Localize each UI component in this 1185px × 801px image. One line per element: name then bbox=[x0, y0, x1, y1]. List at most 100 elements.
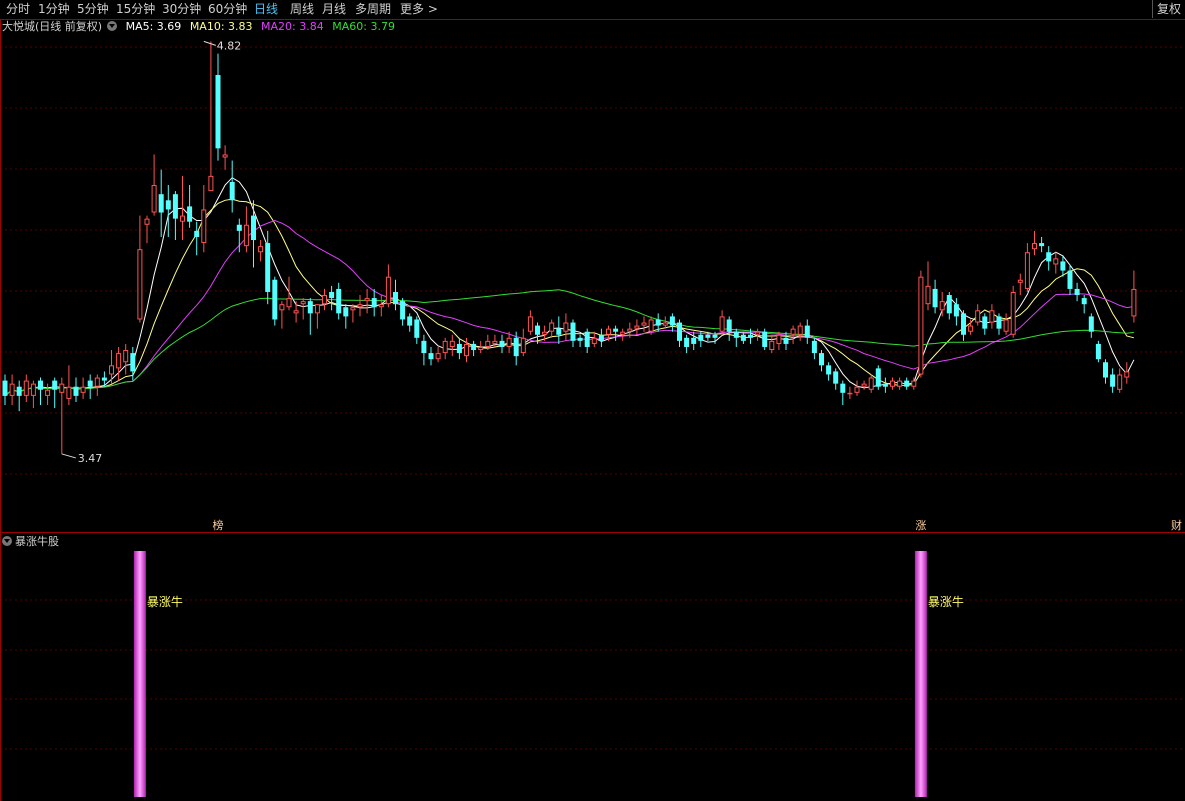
candle bbox=[187, 185, 193, 228]
candle bbox=[549, 319, 555, 338]
candle bbox=[584, 328, 590, 354]
candle bbox=[1046, 246, 1052, 271]
candle bbox=[733, 328, 739, 347]
candle-body bbox=[513, 337, 519, 357]
candle-body bbox=[130, 353, 136, 372]
ma60-line bbox=[4, 289, 1134, 397]
candle-body bbox=[87, 380, 93, 387]
candle-body bbox=[492, 340, 498, 344]
candle bbox=[641, 316, 647, 332]
candle-body bbox=[712, 334, 718, 338]
candle-body bbox=[918, 276, 924, 375]
candle-body bbox=[414, 319, 420, 338]
candle-body bbox=[606, 328, 611, 335]
candles bbox=[2, 41, 1137, 454]
candle-body bbox=[165, 200, 171, 210]
candle-body bbox=[946, 295, 952, 314]
indicator-dropdown-icon[interactable] bbox=[2, 536, 12, 546]
candle-body bbox=[449, 340, 455, 347]
kline-chart[interactable]: 4.82 3.47 榜 涨 财 暴涨牛 暴涨牛 bbox=[0, 0, 1185, 801]
candle bbox=[769, 334, 775, 354]
candle bbox=[961, 310, 966, 341]
event-marker: 涨 bbox=[915, 519, 926, 532]
candle-body bbox=[705, 334, 711, 338]
candle bbox=[989, 304, 995, 329]
candle-body bbox=[435, 353, 441, 360]
candle bbox=[300, 298, 306, 320]
candle-body bbox=[932, 288, 938, 308]
candle-body bbox=[684, 337, 690, 347]
candle-body bbox=[45, 389, 51, 396]
candle bbox=[229, 160, 235, 213]
candle bbox=[1095, 340, 1101, 363]
candle-body bbox=[797, 325, 803, 335]
candle-body bbox=[364, 298, 370, 302]
candle-body bbox=[456, 343, 462, 354]
candle bbox=[1131, 270, 1137, 323]
candle bbox=[563, 313, 569, 341]
candle bbox=[59, 377, 65, 454]
candle bbox=[38, 377, 43, 406]
candle-body bbox=[265, 243, 271, 292]
candle-body bbox=[975, 310, 981, 323]
candle-body bbox=[38, 380, 43, 390]
candle-body bbox=[882, 383, 888, 387]
candle-body bbox=[9, 383, 15, 396]
candle bbox=[471, 340, 477, 357]
candle-body bbox=[1067, 270, 1073, 289]
candle-body bbox=[378, 304, 384, 308]
candle bbox=[208, 41, 214, 192]
candle bbox=[258, 240, 264, 262]
candle-body bbox=[726, 319, 732, 332]
candle bbox=[669, 313, 675, 332]
candle bbox=[698, 331, 704, 347]
candle-body bbox=[442, 340, 448, 354]
candle bbox=[740, 331, 746, 344]
candle-body bbox=[804, 325, 810, 338]
indicator-title: 暴涨牛股 bbox=[2, 535, 59, 549]
min-price-label: 3.47 bbox=[78, 452, 103, 465]
candle bbox=[875, 365, 881, 390]
candle-body bbox=[677, 322, 682, 341]
candle-body bbox=[350, 307, 356, 311]
candle bbox=[556, 316, 562, 344]
signal-bar bbox=[133, 551, 146, 797]
candle bbox=[158, 169, 164, 237]
candle-body bbox=[307, 301, 313, 314]
candle bbox=[1081, 295, 1087, 314]
candle-body bbox=[272, 279, 278, 320]
candle-body bbox=[201, 209, 207, 244]
candle-body bbox=[1103, 362, 1108, 378]
candle-body bbox=[23, 380, 29, 396]
candle-body bbox=[1088, 316, 1094, 332]
candle-body bbox=[66, 386, 72, 399]
candle-body bbox=[279, 304, 285, 311]
candle-body bbox=[1074, 288, 1080, 296]
candle bbox=[279, 301, 285, 329]
grid bbox=[0, 19, 1185, 801]
candle bbox=[2, 374, 8, 406]
candle bbox=[946, 291, 952, 320]
candle-body bbox=[314, 304, 320, 314]
candle-body bbox=[1032, 243, 1037, 250]
candle-body bbox=[897, 380, 903, 387]
candle bbox=[1124, 362, 1130, 384]
candle-body bbox=[300, 301, 306, 305]
candle-body bbox=[1060, 261, 1066, 271]
candle-body bbox=[343, 307, 349, 317]
candle-body bbox=[101, 377, 107, 381]
candle bbox=[1010, 285, 1016, 338]
candle bbox=[790, 325, 796, 344]
candle bbox=[996, 313, 1002, 335]
candle-body bbox=[16, 386, 22, 396]
candle bbox=[456, 337, 462, 360]
candle-body bbox=[691, 337, 697, 344]
candle bbox=[414, 316, 420, 344]
candle bbox=[421, 334, 427, 366]
candle-body bbox=[1110, 374, 1116, 387]
event-markers: 榜涨财 bbox=[213, 518, 1183, 532]
candle bbox=[123, 343, 129, 375]
candle bbox=[925, 261, 931, 311]
candle-body bbox=[535, 325, 540, 335]
candle-body bbox=[826, 365, 832, 375]
